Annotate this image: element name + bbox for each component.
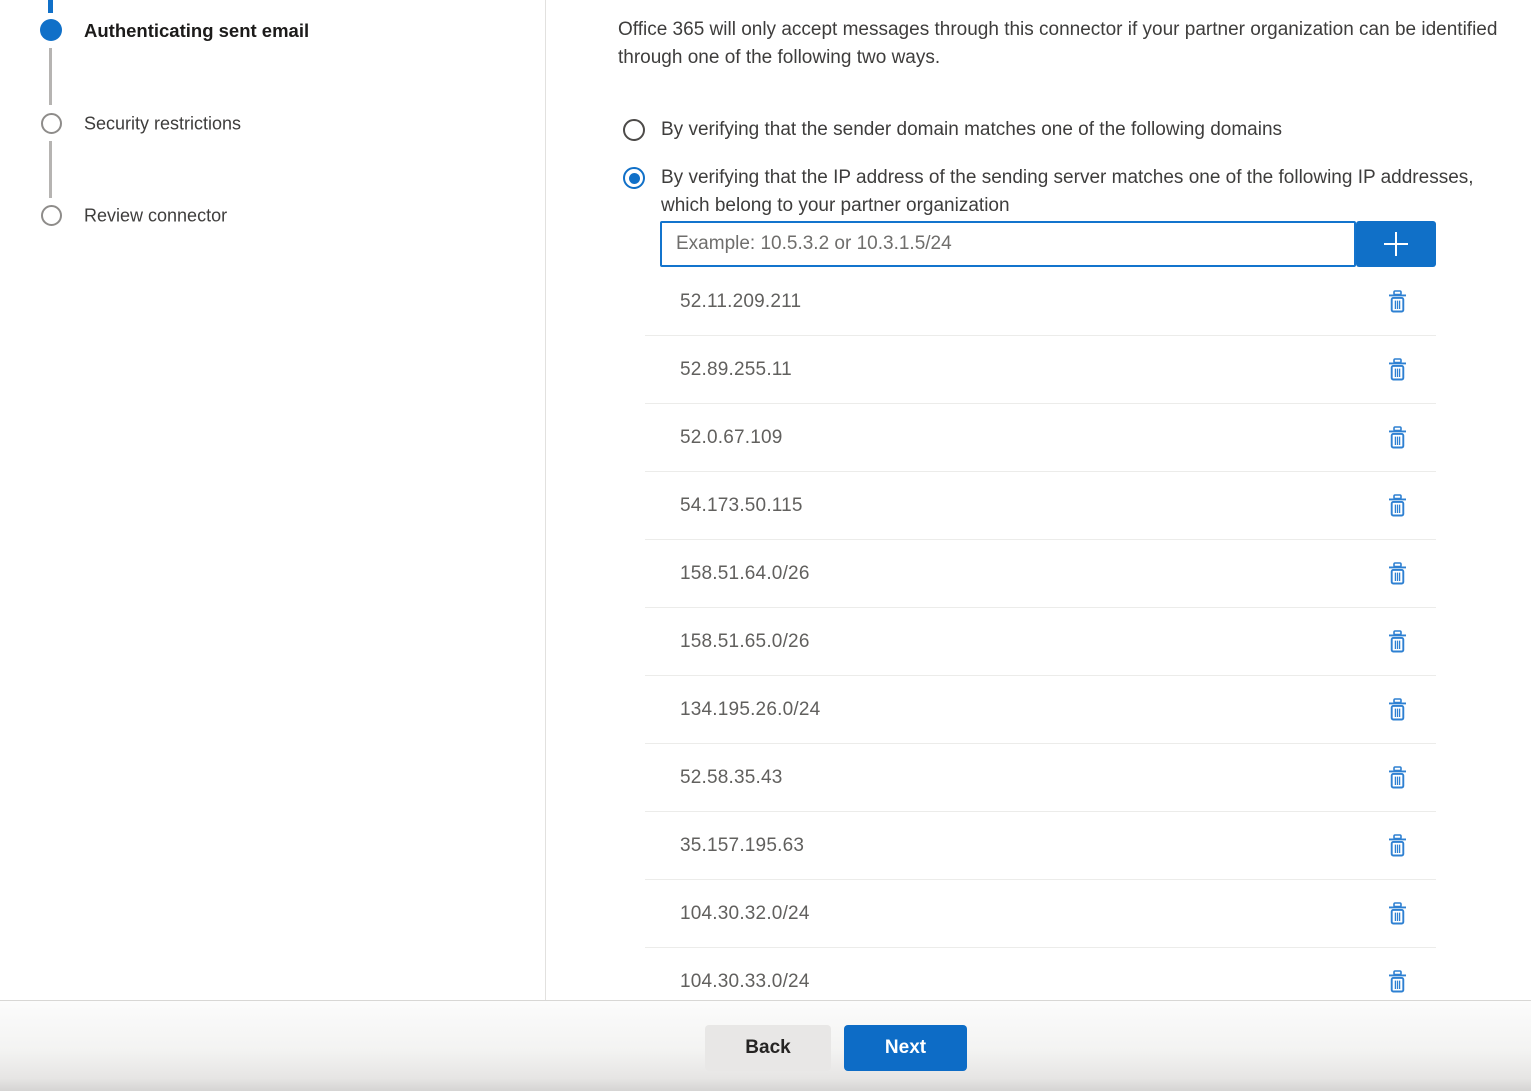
trash-icon: [1388, 358, 1407, 381]
stepper-rail-segment: [49, 141, 52, 198]
option-label: By verifying that the IP address of the …: [661, 164, 1479, 220]
ip-address-value: 104.30.33.0/24: [680, 971, 810, 993]
ip-list-item: 52.0.67.109: [645, 404, 1436, 472]
wizard-stepper: Authenticating sent email Security restr…: [0, 0, 545, 1000]
delete-ip-button[interactable]: [1380, 353, 1414, 387]
trash-icon: [1388, 970, 1407, 993]
delete-ip-button[interactable]: [1380, 693, 1414, 727]
ip-list-item: 104.30.32.0/24: [645, 880, 1436, 948]
delete-ip-button[interactable]: [1380, 829, 1414, 863]
ip-address-value: 52.0.67.109: [680, 427, 783, 449]
delete-ip-button[interactable]: [1380, 965, 1414, 999]
ip-address-value: 104.30.32.0/24: [680, 903, 810, 925]
ip-list-item: 134.195.26.0/24: [645, 676, 1436, 744]
upcoming-step-circle-icon: [41, 113, 62, 134]
ip-list-item: 35.157.195.63: [645, 812, 1436, 880]
option-ip-address[interactable]: By verifying that the IP address of the …: [623, 164, 1481, 220]
ip-address-value: 35.157.195.63: [680, 835, 804, 857]
radio-selected-icon[interactable]: [623, 167, 645, 189]
option-sender-domain[interactable]: By verifying that the sender domain matc…: [623, 116, 1503, 144]
ip-address-value: 158.51.64.0/26: [680, 563, 810, 585]
ip-entry-row: [660, 221, 1436, 267]
trash-icon: [1388, 834, 1407, 857]
ip-address-value: 52.89.255.11: [680, 359, 792, 381]
delete-ip-button[interactable]: [1380, 557, 1414, 591]
trash-icon: [1388, 630, 1407, 653]
ip-list-item: 52.89.255.11: [645, 336, 1436, 404]
back-button[interactable]: Back: [705, 1025, 831, 1071]
ip-list: 52.11.209.211 52.89.255.11: [645, 268, 1436, 1000]
ip-address-input[interactable]: [660, 221, 1356, 267]
step-label: Security restrictions: [84, 114, 241, 135]
radio-unselected-icon[interactable]: [623, 119, 645, 141]
ip-address-value: 158.51.65.0/26: [680, 631, 810, 653]
stepper-rail-completed-segment: [48, 0, 53, 13]
trash-icon: [1388, 290, 1407, 313]
ip-address-value: 134.195.26.0/24: [680, 699, 820, 721]
intro-text: Office 365 will only accept messages thr…: [618, 16, 1523, 72]
active-step-circle-icon: [40, 19, 62, 41]
trash-icon: [1388, 698, 1407, 721]
ip-list-item: 52.58.35.43: [645, 744, 1436, 812]
step-label-active: Authenticating sent email: [84, 20, 309, 42]
ip-address-value: 54.173.50.115: [680, 495, 803, 517]
ip-list-item: 158.51.64.0/26: [645, 540, 1436, 608]
trash-icon: [1388, 902, 1407, 925]
ip-list-item: 54.173.50.115: [645, 472, 1436, 540]
trash-icon: [1388, 766, 1407, 789]
ip-address-value: 52.58.35.43: [680, 767, 783, 789]
upcoming-step-circle-icon: [41, 205, 62, 226]
trash-icon: [1388, 426, 1407, 449]
panel-divider: [545, 0, 546, 1000]
trash-icon: [1388, 562, 1407, 585]
delete-ip-button[interactable]: [1380, 421, 1414, 455]
ip-list-item: 158.51.65.0/26: [645, 608, 1436, 676]
delete-ip-button[interactable]: [1380, 897, 1414, 931]
ip-list-item: 52.11.209.211: [645, 268, 1436, 336]
delete-ip-button[interactable]: [1380, 625, 1414, 659]
delete-ip-button[interactable]: [1380, 761, 1414, 795]
add-ip-button[interactable]: [1356, 221, 1436, 267]
step-label: Review connector: [84, 206, 227, 227]
ip-address-value: 52.11.209.211: [680, 291, 801, 313]
delete-ip-button[interactable]: [1380, 489, 1414, 523]
ip-list-item: 104.30.33.0/24: [645, 948, 1436, 1000]
trash-icon: [1388, 494, 1407, 517]
stepper-rail-segment: [49, 48, 52, 105]
delete-ip-button[interactable]: [1380, 285, 1414, 319]
option-label: By verifying that the sender domain matc…: [661, 116, 1282, 144]
next-button[interactable]: Next: [844, 1025, 967, 1071]
plus-icon: [1381, 229, 1411, 259]
wizard-footer: Back Next: [0, 1000, 1531, 1091]
